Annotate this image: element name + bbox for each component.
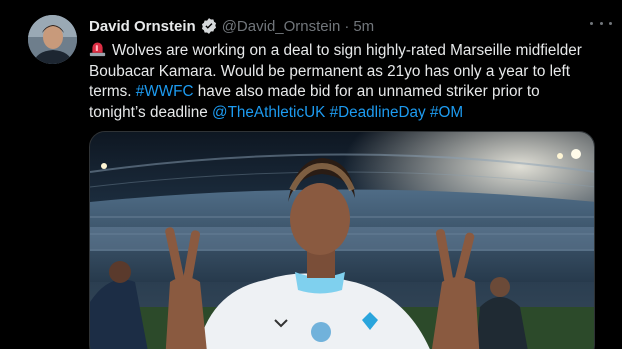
more-options-icon[interactable] (590, 14, 612, 32)
tweet[interactable]: David Ornstein @David_Ornstein · 5m Wolv… (0, 0, 622, 349)
police-siren-emoji (89, 42, 106, 57)
separator-dot: · (344, 17, 350, 35)
hashtag-link[interactable]: #WWFC (136, 83, 194, 100)
tweet-header: David Ornstein @David_Ornstein · 5m (89, 16, 374, 36)
author-handle[interactable]: @David_Ornstein (222, 18, 341, 35)
tweet-photo[interactable] (89, 131, 595, 349)
verified-badge-icon (201, 18, 216, 34)
hashtag-link[interactable]: #OM (430, 104, 463, 121)
hashtag-link[interactable]: #DeadlineDay (330, 104, 426, 121)
tweet-text: Wolves are working on a deal to sign hig… (89, 40, 599, 123)
tweet-timestamp[interactable]: 5m (353, 18, 374, 35)
author-name[interactable]: David Ornstein (89, 18, 196, 35)
mention-link[interactable]: @TheAthleticUK (212, 104, 325, 121)
avatar[interactable] (28, 15, 77, 64)
